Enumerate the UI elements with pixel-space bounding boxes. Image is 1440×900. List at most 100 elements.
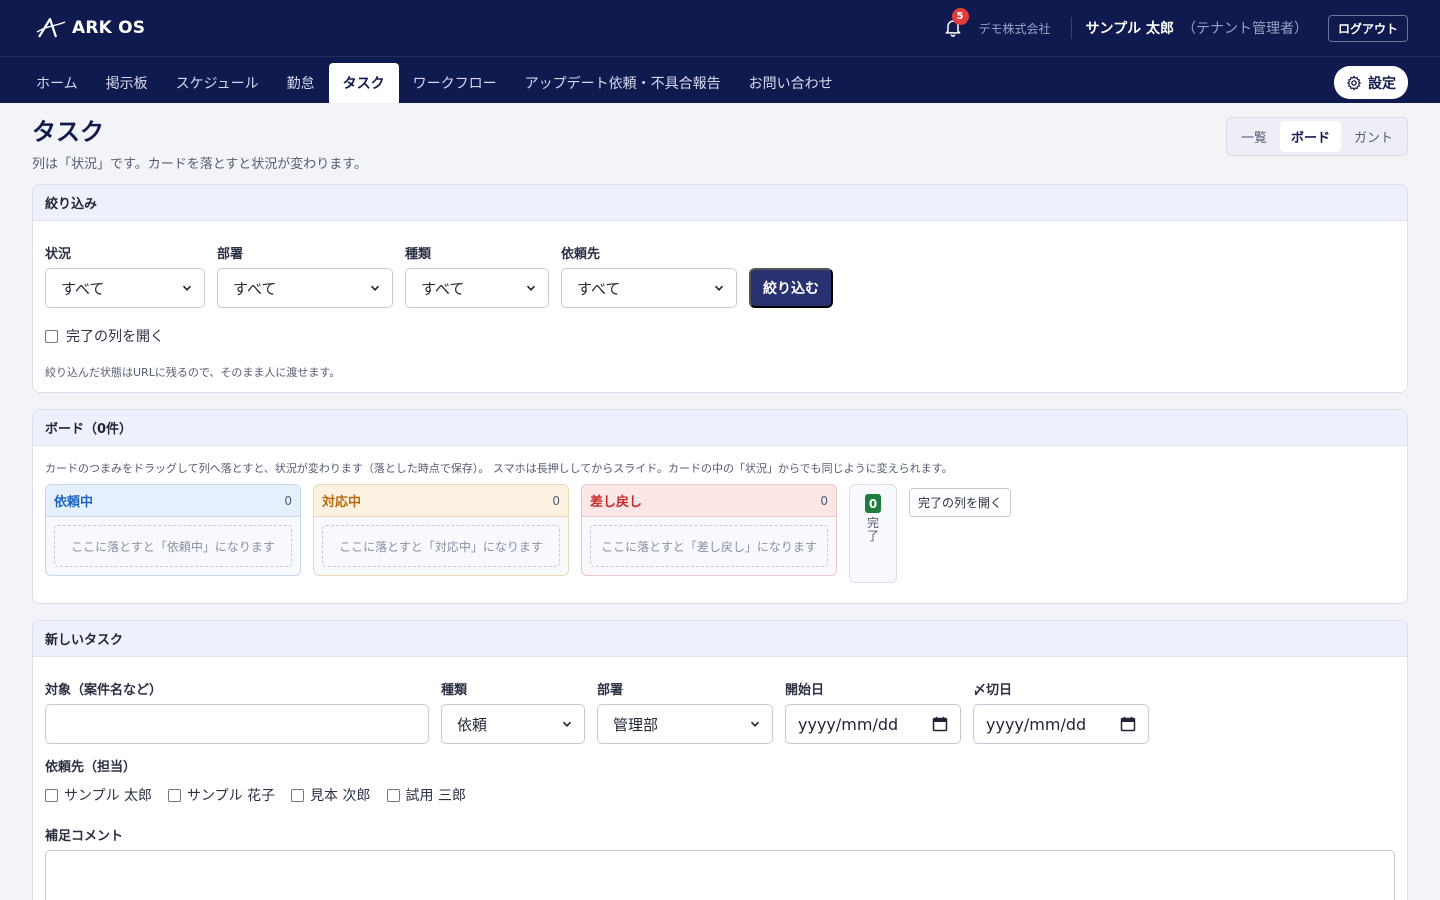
nav-item-tasks[interactable]: タスク bbox=[328, 63, 399, 103]
comment-field: 補足コメント bbox=[45, 825, 1395, 900]
board-column-done-collapsed[interactable]: 0 完了 bbox=[849, 484, 897, 583]
column-count: 0 bbox=[552, 493, 560, 508]
assignee-option[interactable]: サンプル 花子 bbox=[168, 785, 275, 805]
assignees-field: 依頼先（担当） bbox=[45, 756, 1395, 775]
type-filter-label: 種類 bbox=[405, 247, 432, 262]
chevron-down-icon bbox=[370, 285, 380, 291]
notification-badge: 5 bbox=[951, 8, 969, 25]
board-column-requested: 依頼中 0 ここに落とすと「依頼中」になります bbox=[45, 484, 301, 576]
view-gantt-tab[interactable]: ガント bbox=[1343, 121, 1404, 152]
assignee-checkbox[interactable] bbox=[45, 788, 58, 802]
assignee-filter-label: 依頼先 bbox=[561, 247, 601, 262]
status-select[interactable]: すべて bbox=[45, 268, 205, 308]
due-date-input[interactable]: yyyy/mm/dd bbox=[973, 704, 1149, 744]
assignee-filter: 依頼先 すべて bbox=[561, 243, 737, 308]
nav-item-update-request[interactable]: アップデート依頼・不具合報告 bbox=[511, 63, 735, 103]
type-select[interactable]: すべて bbox=[405, 268, 549, 308]
open-done-checkbox[interactable] bbox=[45, 329, 58, 343]
nav-item-bulletin[interactable]: 掲示板 bbox=[92, 63, 162, 103]
department-select-value: すべて bbox=[233, 279, 277, 298]
department-select[interactable]: すべて bbox=[217, 268, 393, 308]
column-count: 0 bbox=[820, 493, 828, 508]
new-task-card: 新しいタスク 対象（案件名など） 種類 依頼 部署 管理部 開始日 yyyy/m… bbox=[32, 620, 1408, 900]
drop-zone[interactable]: ここに落とすと「依頼中」になります bbox=[54, 525, 292, 567]
settings-label: 設定 bbox=[1368, 75, 1396, 92]
assignee-option[interactable]: サンプル 太郎 bbox=[45, 785, 152, 805]
dept-label: 部署 bbox=[597, 683, 624, 698]
user-name: サンプル 太郎 bbox=[1085, 21, 1174, 37]
view-board-tab[interactable]: ボード bbox=[1279, 121, 1341, 152]
page-description: 列は「状況」です。カードを落とすと状況が変わります。 bbox=[32, 157, 368, 172]
due-date-label: 〆切日 bbox=[973, 683, 1013, 698]
column-title: 対応中 bbox=[322, 495, 362, 510]
status-filter: 状況 すべて bbox=[45, 243, 205, 308]
open-done-toggle[interactable]: 完了の列を開く bbox=[45, 326, 1395, 346]
start-date-input[interactable]: yyyy/mm/dd bbox=[785, 704, 961, 744]
assignee-option[interactable]: 試用 三郎 bbox=[386, 785, 466, 805]
logout-button[interactable]: ログアウト bbox=[1327, 14, 1408, 42]
nav-item-attendance[interactable]: 勤怠 bbox=[273, 63, 329, 103]
main-content: タスク 列は「状況」です。カードを落とすと状況が変わります。 一覧 ボード ガン… bbox=[0, 103, 1440, 900]
notification-button[interactable]: 5 bbox=[943, 8, 969, 39]
done-count-badge: 0 bbox=[865, 494, 881, 513]
comment-textarea[interactable] bbox=[45, 850, 1395, 900]
column-header: 依頼中 0 bbox=[46, 485, 300, 517]
calendar-icon[interactable] bbox=[1120, 716, 1136, 732]
dept-field: 部署 管理部 bbox=[597, 679, 773, 744]
filter-title: 絞り込み bbox=[33, 185, 1407, 221]
column-count: 0 bbox=[284, 493, 292, 508]
assignee-name: 見本 次郎 bbox=[310, 788, 371, 804]
board-title: ボード（0件） bbox=[33, 410, 1407, 446]
column-title: 差し戻し bbox=[590, 495, 643, 510]
view-toggle: 一覧 ボード ガント bbox=[1225, 117, 1408, 156]
calendar-icon[interactable] bbox=[932, 716, 948, 732]
assignee-checkboxes: サンプル 太郎 サンプル 花子 見本 次郎 試用 三郎 bbox=[45, 785, 1395, 805]
nav-item-schedule[interactable]: スケジュール bbox=[162, 63, 273, 103]
new-task-title: 新しいタスク bbox=[33, 621, 1407, 657]
nav-item-workflow[interactable]: ワークフロー bbox=[399, 63, 511, 103]
chevron-down-icon bbox=[562, 721, 572, 727]
assignee-option[interactable]: 見本 次郎 bbox=[291, 785, 371, 805]
app-logo[interactable]: ARK OS bbox=[36, 16, 145, 40]
assignee-checkbox[interactable] bbox=[291, 788, 305, 802]
view-list-tab[interactable]: 一覧 bbox=[1230, 121, 1278, 152]
open-done-column-button[interactable]: 完了の列を開く bbox=[909, 488, 1012, 517]
assignee-name: サンプル 花子 bbox=[187, 788, 276, 804]
nav-item-contact[interactable]: お問い合わせ bbox=[735, 63, 847, 103]
filter-hint: 絞り込んだ状態はURLに残るので、そのまま人に渡せます。 bbox=[45, 366, 341, 379]
assignees-label: 依頼先（担当） bbox=[45, 760, 137, 775]
settings-button[interactable]: 設定 bbox=[1334, 66, 1408, 99]
header-divider bbox=[1070, 17, 1072, 39]
target-input[interactable] bbox=[45, 704, 429, 744]
open-done-label: 完了の列を開く bbox=[66, 329, 164, 345]
dept-select[interactable]: 管理部 bbox=[597, 704, 773, 744]
drop-zone[interactable]: ここに落とすと「対応中」になります bbox=[322, 525, 560, 567]
dept-select-value: 管理部 bbox=[613, 715, 659, 734]
status-filter-label: 状況 bbox=[45, 247, 72, 262]
assignee-checkbox[interactable] bbox=[168, 788, 182, 802]
kanban-board: 依頼中 0 ここに落とすと「依頼中」になります 対応中 0 ここに落とすと「対応… bbox=[45, 484, 1395, 583]
department-filter: 部署 すべて bbox=[217, 243, 393, 308]
ark-logo-icon bbox=[36, 17, 66, 38]
assignee-name: サンプル 太郎 bbox=[64, 788, 153, 804]
status-select-value: すべて bbox=[61, 279, 105, 298]
nav-item-home[interactable]: ホーム bbox=[22, 63, 92, 103]
assignee-checkbox[interactable] bbox=[386, 788, 400, 802]
department-filter-label: 部署 bbox=[217, 247, 244, 262]
filter-submit-button[interactable]: 絞り込む bbox=[749, 268, 833, 308]
board-column-returned: 差し戻し 0 ここに落とすと「差し戻し」になります bbox=[581, 484, 837, 576]
type-label: 種類 bbox=[441, 683, 468, 698]
drop-zone[interactable]: ここに落とすと「差し戻し」になります bbox=[590, 525, 828, 567]
type-select-value: すべて bbox=[421, 279, 465, 298]
column-header: 対応中 0 bbox=[314, 485, 568, 517]
gear-icon bbox=[1347, 75, 1361, 90]
filter-card: 絞り込み 状況 すべて 部署 すべて 種類 すべて 依頼先 すべて 絞り込む 完… bbox=[32, 184, 1408, 393]
type-select[interactable]: 依頼 bbox=[441, 704, 585, 744]
due-date-field: 〆切日 yyyy/mm/dd bbox=[973, 679, 1149, 744]
assignee-name: 試用 三郎 bbox=[405, 788, 466, 804]
comment-label: 補足コメント bbox=[45, 829, 124, 844]
assignee-select[interactable]: すべて bbox=[561, 268, 737, 308]
type-filter: 種類 すべて bbox=[405, 243, 549, 308]
column-header: 差し戻し 0 bbox=[582, 485, 836, 517]
main-nav: ホーム 掲示板 スケジュール 勤怠 タスク ワークフロー アップデート依頼・不具… bbox=[0, 56, 1440, 103]
